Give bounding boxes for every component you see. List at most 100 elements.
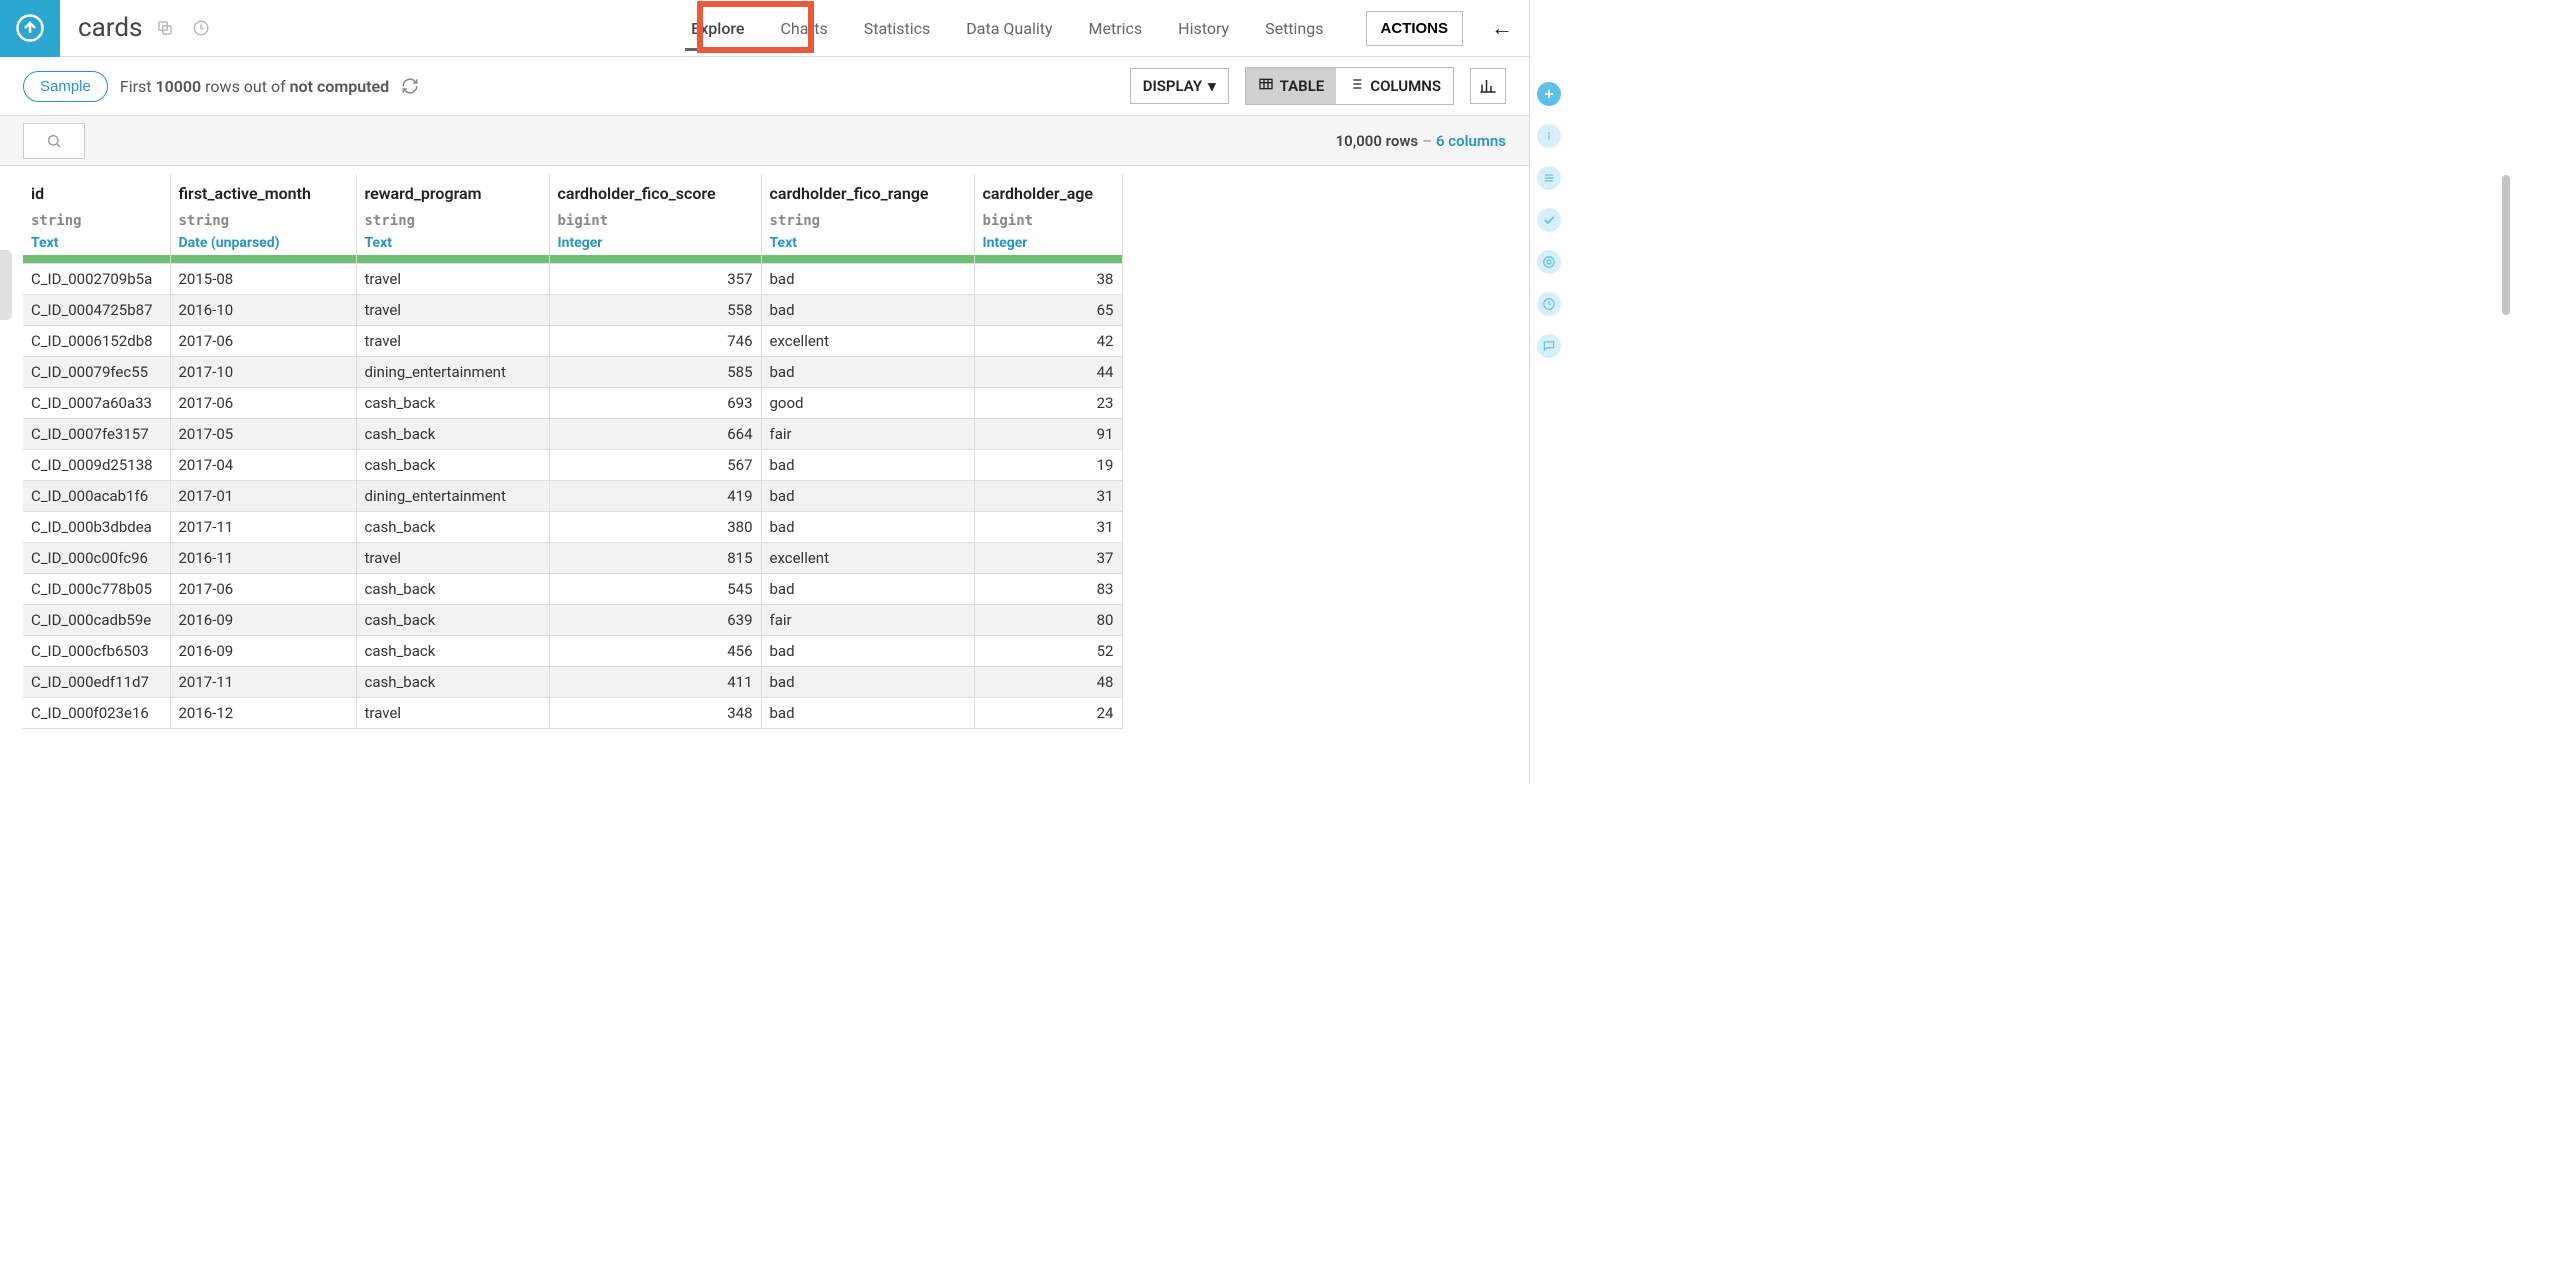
cell: C_ID_0007fe3157 xyxy=(23,419,170,450)
column-meaning[interactable]: Text xyxy=(31,235,162,251)
table-row[interactable]: C_ID_000acab1f62017-01dining_entertainme… xyxy=(23,481,1122,512)
tab-data-quality[interactable]: Data Quality xyxy=(948,0,1070,57)
cell: 545 xyxy=(549,574,761,605)
cell: bad xyxy=(761,295,974,326)
add-icon[interactable] xyxy=(1537,82,1561,106)
column-meaning[interactable]: Integer xyxy=(983,235,1114,251)
dataset-name: cards xyxy=(60,13,156,43)
cell: 42 xyxy=(974,326,1122,357)
cell: C_ID_000cadb59e xyxy=(23,605,170,636)
actions-button[interactable]: ACTIONS xyxy=(1366,11,1464,46)
column-meaning[interactable]: Text xyxy=(770,235,966,251)
table-row[interactable]: C_ID_0007a60a332017-06cash_back693good23 xyxy=(23,388,1122,419)
clock-icon[interactable] xyxy=(1537,292,1561,316)
column-header-cardholder_fico_score[interactable]: cardholder_fico_scorebigintInteger xyxy=(549,174,761,264)
columns-link[interactable]: 6 columns xyxy=(1436,132,1506,150)
cell: 2017-10 xyxy=(170,357,356,388)
table-row[interactable]: C_ID_000cfb65032016-09cash_back456bad52 xyxy=(23,636,1122,667)
search-input[interactable] xyxy=(23,123,85,159)
tab-charts[interactable]: Charts xyxy=(762,0,845,57)
column-header-first_active_month[interactable]: first_active_monthstringDate (unparsed) xyxy=(170,174,356,264)
check-icon[interactable] xyxy=(1537,208,1561,232)
left-panel-handle[interactable] xyxy=(0,250,12,320)
cell: travel xyxy=(356,295,549,326)
column-header-cardholder_fico_range[interactable]: cardholder_fico_rangestringText xyxy=(761,174,974,264)
cell: 357 xyxy=(549,264,761,295)
cell: 2016-10 xyxy=(170,295,356,326)
cell: 746 xyxy=(549,326,761,357)
cell: 65 xyxy=(974,295,1122,326)
cell: cash_back xyxy=(356,512,549,543)
scrollbar-thumb[interactable] xyxy=(2502,175,2510,315)
table-row[interactable]: C_ID_0007fe31572017-05cash_back664fair91 xyxy=(23,419,1122,450)
cell: 23 xyxy=(974,388,1122,419)
table-row[interactable]: C_ID_0004725b872016-10travel558bad65 xyxy=(23,295,1122,326)
back-arrow-icon[interactable]: ← xyxy=(1475,15,1529,41)
view-table[interactable]: TABLE xyxy=(1246,68,1337,104)
cell: bad xyxy=(761,481,974,512)
column-header-cardholder_age[interactable]: cardholder_agebigintInteger xyxy=(974,174,1122,264)
table-row[interactable]: C_ID_00079fec552017-10dining_entertainme… xyxy=(23,357,1122,388)
cell: fair xyxy=(761,605,974,636)
cell: cash_back xyxy=(356,636,549,667)
lab-icon[interactable] xyxy=(1537,250,1561,274)
cell: 2016-12 xyxy=(170,698,356,729)
row-col-count: 10,000 rows–6 columns xyxy=(1336,132,1506,150)
table-row[interactable]: C_ID_000c00fc962016-11travel815excellent… xyxy=(23,543,1122,574)
cell: cash_back xyxy=(356,419,549,450)
cell: travel xyxy=(356,264,549,295)
cell: bad xyxy=(761,698,974,729)
table-row[interactable]: C_ID_0002709b5a2015-08travel357bad38 xyxy=(23,264,1122,295)
table-row[interactable]: C_ID_000f023e162016-12travel348bad24 xyxy=(23,698,1122,729)
list-panel-icon[interactable] xyxy=(1537,166,1561,190)
cell: C_ID_0004725b87 xyxy=(23,295,170,326)
header: cards ExploreChartsStatisticsData Qualit… xyxy=(0,0,1529,57)
tab-settings[interactable]: Settings xyxy=(1247,0,1341,57)
cell: 19 xyxy=(974,450,1122,481)
table-row[interactable]: C_ID_000c778b052017-06cash_back545bad83 xyxy=(23,574,1122,605)
cell: cash_back xyxy=(356,388,549,419)
valid-bar xyxy=(550,255,761,263)
tab-explore[interactable]: Explore xyxy=(673,0,762,57)
column-meaning[interactable]: Date (unparsed) xyxy=(179,235,348,251)
info-icon[interactable] xyxy=(1537,124,1561,148)
column-header-id[interactable]: idstringText xyxy=(23,174,170,264)
column-meaning[interactable]: Text xyxy=(365,235,541,251)
refresh-schema-icon[interactable] xyxy=(192,19,210,37)
tab-statistics[interactable]: Statistics xyxy=(846,0,949,57)
table-row[interactable]: C_ID_0009d251382017-04cash_back567bad19 xyxy=(23,450,1122,481)
cell: 693 xyxy=(549,388,761,419)
cell: 24 xyxy=(974,698,1122,729)
cell: dining_entertainment xyxy=(356,357,549,388)
table-row[interactable]: C_ID_000edf11d72017-11cash_back411bad48 xyxy=(23,667,1122,698)
cell: cash_back xyxy=(356,605,549,636)
cell: 52 xyxy=(974,636,1122,667)
copy-icon[interactable] xyxy=(156,19,174,37)
cell: bad xyxy=(761,574,974,605)
tab-metrics[interactable]: Metrics xyxy=(1071,0,1161,57)
cell: C_ID_000cfb6503 xyxy=(23,636,170,667)
cell: C_ID_0007a60a33 xyxy=(23,388,170,419)
cell: C_ID_000c778b05 xyxy=(23,574,170,605)
column-meaning[interactable]: Integer xyxy=(558,235,753,251)
refresh-sample-icon[interactable] xyxy=(401,77,419,95)
cell: cash_back xyxy=(356,574,549,605)
discuss-icon[interactable] xyxy=(1537,334,1561,358)
column-header-reward_program[interactable]: reward_programstringText xyxy=(356,174,549,264)
view-columns[interactable]: COLUMNS xyxy=(1336,68,1453,104)
app-logo[interactable] xyxy=(0,0,60,57)
cell: bad xyxy=(761,357,974,388)
display-dropdown[interactable]: DISPLAY▾ xyxy=(1130,68,1229,104)
cell: 80 xyxy=(974,605,1122,636)
table-row[interactable]: C_ID_000b3dbdea2017-11cash_back380bad31 xyxy=(23,512,1122,543)
cell: 815 xyxy=(549,543,761,574)
tab-history[interactable]: History xyxy=(1160,0,1247,57)
data-table-area: idstringTextfirst_active_monthstringDate… xyxy=(0,166,1529,784)
table-row[interactable]: C_ID_0006152db82017-06travel746excellent… xyxy=(23,326,1122,357)
table-row[interactable]: C_ID_000cadb59e2016-09cash_back639fair80 xyxy=(23,605,1122,636)
filter-bar: 10,000 rows–6 columns xyxy=(0,116,1529,166)
cell: cash_back xyxy=(356,450,549,481)
charts-shortcut[interactable] xyxy=(1470,68,1506,104)
cell: 664 xyxy=(549,419,761,450)
sample-button[interactable]: Sample xyxy=(23,71,108,102)
